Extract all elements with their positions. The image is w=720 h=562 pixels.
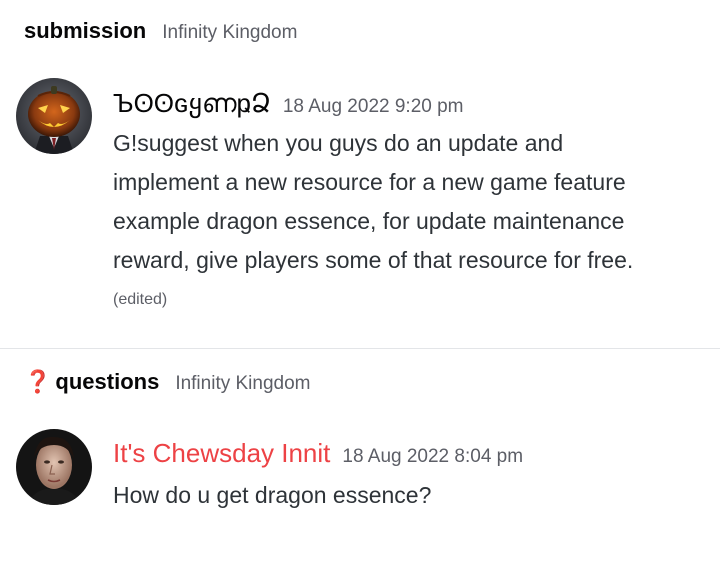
- server-name[interactable]: Infinity Kingdom: [162, 22, 297, 44]
- author-name[interactable]: ЪʘʘɢყണҏՁ: [113, 88, 271, 120]
- portrait-avatar-image: [16, 429, 92, 505]
- author-name[interactable]: It's Chewsday Innit: [113, 438, 330, 469]
- pumpkin-avatar-image: [16, 78, 92, 154]
- message-timestamp[interactable]: 18 Aug 2022 8:04 pm: [342, 446, 523, 468]
- edited-label: (edited): [113, 291, 168, 308]
- channel-name[interactable]: submission: [24, 18, 146, 44]
- message-content: G!suggest when you guys do an update and…: [113, 124, 703, 280]
- message-content: How do u get dragon essence?: [113, 476, 703, 515]
- channel-header[interactable]: submission Infinity Kingdom: [24, 18, 297, 44]
- message-header: ЪʘʘɢყണҏՁ 18 Aug 2022 9:20 pm: [113, 88, 464, 120]
- message-line: example dragon essence, for update maint…: [113, 208, 625, 234]
- message-line: reward, give players some of that resour…: [113, 247, 634, 273]
- avatar[interactable]: [16, 78, 92, 154]
- channel-name[interactable]: questions: [55, 369, 159, 395]
- message-group-questions: ❓ questions Infinity Kingdom It's Chewsd…: [0, 349, 720, 562]
- channel-header[interactable]: ❓ questions Infinity Kingdom: [24, 369, 311, 395]
- message-line: implement a new resource for a new game …: [113, 169, 626, 195]
- question-mark-icon: ❓: [24, 369, 52, 394]
- message-timestamp[interactable]: 18 Aug 2022 9:20 pm: [283, 96, 464, 118]
- message-line: G!suggest when you guys do an update and: [113, 130, 564, 156]
- server-name[interactable]: Infinity Kingdom: [175, 373, 310, 395]
- message-line: How do u get dragon essence?: [113, 482, 432, 508]
- avatar[interactable]: [16, 429, 92, 505]
- message-group-submission: submission Infinity Kingdom ЪʘʘɢყണҏՁ 18 …: [0, 0, 720, 348]
- message-header: It's Chewsday Innit 18 Aug 2022 8:04 pm: [113, 438, 523, 469]
